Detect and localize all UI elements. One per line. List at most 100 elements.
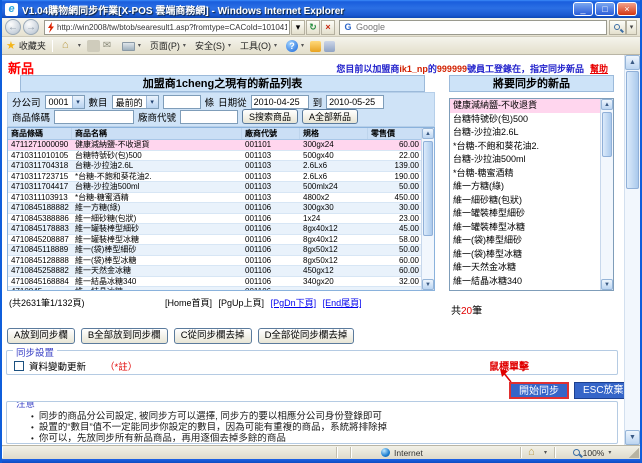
stop-button[interactable]: × (321, 20, 335, 35)
address-bar[interactable] (44, 20, 290, 35)
zoom-control[interactable]: 100% ▾ (555, 447, 629, 458)
pgdn-page-link[interactable]: [PgDn下頁] (271, 298, 317, 308)
page-menu[interactable]: 页面(P) ▾ (147, 38, 189, 53)
search-box[interactable]: G (339, 20, 607, 35)
table-row[interactable]: 4710311723715*台糖-不飽和葵花油2.0011032.6Lx6190… (8, 172, 421, 183)
scroll-thumb[interactable] (423, 141, 433, 236)
action-button-a[interactable]: A放到同步欄 (7, 328, 75, 344)
action-button-b[interactable]: B全部放到同步欄 (81, 328, 168, 344)
favorites-label[interactable]: 收藏夹 (19, 39, 46, 52)
end-page-link[interactable]: [End尾頁] (323, 298, 362, 308)
start-sync-button[interactable]: 開始同步 (509, 382, 569, 399)
sync-list-item[interactable]: 台糖特號砂(包)500 (450, 113, 600, 127)
table-row[interactable]: 4711271000090健康減納鹽-不收退貨001101300gx2460.0… (8, 140, 421, 151)
barcode-input[interactable] (54, 110, 134, 124)
sync-list-item[interactable]: 維一罐裝棒型冰糖 (450, 221, 600, 235)
count-input[interactable] (163, 95, 201, 109)
sync-list-item[interactable]: 健康減納鹽-不收退貨 (450, 99, 600, 113)
sync-list-item[interactable]: 維一(袋)棒型冰糖 (450, 248, 600, 262)
zone-label: Internet (394, 448, 423, 458)
scroll-down-icon[interactable]: ▼ (422, 279, 434, 290)
help-menu[interactable]: ? ▾ (283, 39, 307, 53)
scroll-thumb[interactable] (626, 71, 639, 189)
search-button[interactable] (609, 20, 626, 35)
table-row[interactable]: 4710845188882維一方糖(綠)001106300gx3030.00 (8, 203, 421, 214)
table-row[interactable]: 4710845維一結晶冰糖001106 (8, 287, 421, 290)
page-scrollbar[interactable]: ▲ ▼ (624, 55, 640, 445)
table-scrollbar[interactable]: ▲ ▼ (421, 128, 434, 290)
back-button[interactable]: ← (5, 19, 21, 35)
table-row[interactable]: 4710311704417台糖-沙拉油500ml001103500mlx2450… (8, 182, 421, 193)
table-row[interactable]: 4710845118889維一(袋)棒型細砂0011068gx50x1250.0… (8, 245, 421, 256)
cell-price: 50.00 (368, 182, 421, 192)
table-row[interactable]: 4710311103913*台糖-糖蜜酒精0011034800x2450.00 (8, 193, 421, 204)
sync-list-item[interactable]: *台糖-糖蜜酒精 (450, 167, 600, 181)
unit-label: 條 (205, 95, 215, 109)
order-select[interactable]: 最前的 ▾ (112, 95, 159, 109)
sync-list-item[interactable]: 維一罐裝棒型細砂 (450, 207, 600, 221)
sync-list-item[interactable]: 維一(袋)棒型細砂 (450, 234, 600, 248)
favorites-star-icon[interactable]: ★ (6, 39, 16, 52)
toolbar-extra-icon-2[interactable] (324, 41, 335, 52)
action-button-d[interactable]: D全部從同步欄去掉 (258, 328, 355, 344)
scroll-thumb[interactable] (602, 112, 612, 157)
table-row[interactable]: 4710845258882維一天然金冰糖001106450gx1260.00 (8, 266, 421, 277)
favicon-bolt-icon (47, 22, 55, 33)
cell-name: 台糖-沙拉油500ml (72, 182, 242, 192)
vendor-input[interactable] (180, 110, 238, 124)
cell-spec: 4800x2 (300, 193, 368, 203)
restore-button[interactable]: □ (595, 2, 615, 16)
tools-menu[interactable]: 工具(O) ▾ (237, 38, 280, 53)
resize-grip[interactable] (629, 448, 639, 458)
forward-button[interactable]: → (23, 19, 39, 35)
scroll-up-icon[interactable]: ▲ (422, 128, 434, 139)
search-dropdown-button[interactable]: ▾ (626, 20, 637, 35)
sync-list-item[interactable]: *台糖-不飽和葵花油2. (450, 140, 600, 154)
data-update-checkbox[interactable] (14, 361, 24, 371)
protected-mode-button[interactable]: ⌂ ▾ (521, 447, 555, 458)
table-row[interactable]: 4710845208887維一罐裝棒型冰糖0011068gx40x1258.00 (8, 235, 421, 246)
sync-list-item[interactable]: 維一方糖(綠) (450, 180, 600, 194)
date-from-input[interactable] (251, 95, 309, 109)
printer-icon (122, 42, 135, 51)
scroll-down-icon[interactable]: ▼ (601, 279, 613, 290)
sync-list-item[interactable]: 維一細砂糖(包狀) (450, 194, 600, 208)
scroll-down-icon[interactable]: ▼ (625, 430, 640, 445)
print-button[interactable]: ▾ (119, 39, 144, 52)
table-row[interactable]: 4710845128888維一(袋)棒型冰糖0011068gx50x1260.0… (8, 256, 421, 267)
action-button-c[interactable]: C從同步欄去掉 (174, 328, 252, 344)
safety-menu[interactable]: 安全(S) ▾ (192, 38, 234, 53)
home-button[interactable]: ⌂ ▾ (59, 39, 84, 53)
table-row[interactable]: 4710845388886維一細砂糖(包狀)0011061x2423.00 (8, 214, 421, 225)
sync-scrollbar[interactable]: ▲ ▼ (600, 99, 613, 290)
search-products-button[interactable]: S搜索商品 (242, 109, 298, 124)
cell-name: 健康減納鹽-不收退貨 (72, 140, 242, 150)
all-new-products-button[interactable]: A全部新品 (302, 109, 358, 124)
col-spec: 規格 (300, 128, 368, 139)
sync-list-item[interactable]: 維一天然金冰糖 (450, 261, 600, 275)
sync-list-item[interactable]: 維一結晶冰糖340 (450, 275, 600, 289)
refresh-button[interactable]: ↻ (306, 20, 320, 35)
toolbar-extra-icon-1[interactable] (310, 41, 321, 52)
help-link[interactable]: 幫助 (590, 64, 608, 74)
scroll-up-icon[interactable]: ▲ (601, 99, 613, 110)
search-input[interactable] (356, 21, 603, 33)
close-button[interactable]: × (617, 2, 637, 16)
cell-price: 30.00 (368, 203, 421, 213)
sync-list-item[interactable]: 台糖-沙拉油500ml (450, 153, 600, 167)
feed-icon[interactable] (87, 40, 100, 52)
pagination-links: [Home首頁] [PgUp上頁] [PgDn下頁] [End尾頁] (165, 296, 366, 309)
scroll-up-icon[interactable]: ▲ (625, 55, 640, 70)
address-dropdown-button[interactable]: ▾ (291, 20, 305, 35)
minimize-button[interactable]: _ (573, 2, 593, 16)
login-status-mid: 的 (428, 64, 437, 74)
table-row[interactable]: 4710845178883維一罐裝棒型細砂0011068gx40x1245.00 (8, 224, 421, 235)
sync-list-item[interactable]: 台糖-沙拉油2.6L (450, 126, 600, 140)
mail-icon[interactable]: ✉ (103, 40, 116, 52)
table-row[interactable]: 4710845168884維一結晶冰糖340001106340gx2032.00 (8, 277, 421, 288)
url-input[interactable] (57, 21, 287, 33)
table-row[interactable]: 4710311704318台糖-沙拉油2.6L0011032.6Lx6139.0… (8, 161, 421, 172)
date-to-input[interactable] (326, 95, 384, 109)
branch-select[interactable]: 0001 ▾ (45, 95, 85, 109)
table-row[interactable]: 4710311010105台糖特號砂(包)500001103500gx4022.… (8, 151, 421, 162)
